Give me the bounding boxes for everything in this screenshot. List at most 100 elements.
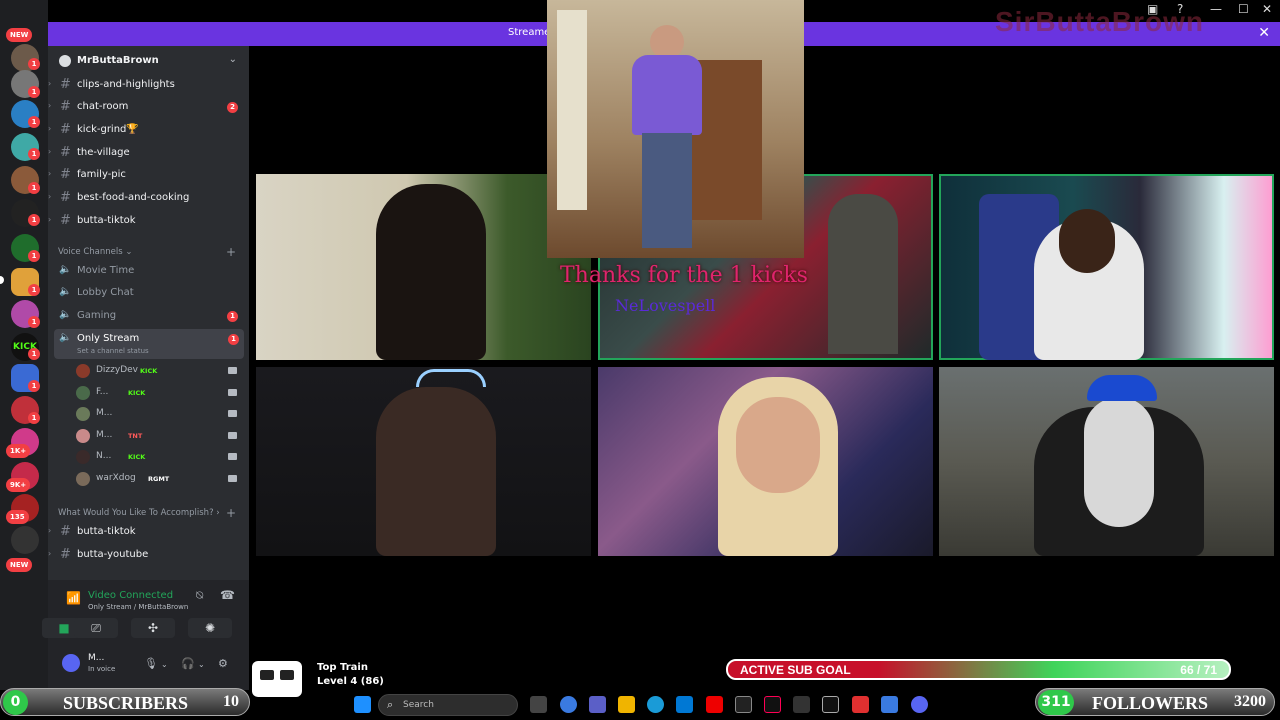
video-tile[interactable] — [256, 367, 591, 556]
microphone-icon[interactable]: 🎙 — [144, 657, 158, 670]
category-header[interactable]: What Would You Like To Accomplish? › + — [58, 506, 248, 520]
voice-status: Video Connected — [88, 590, 174, 601]
participant-beanie — [1087, 375, 1157, 401]
person-shirt — [632, 55, 702, 135]
voice-category-header[interactable]: Voice Channels ⌄ + — [58, 245, 248, 259]
voice-channel[interactable]: 🔈 Movie Time — [48, 261, 249, 281]
signal-icon[interactable]: 📶 — [66, 591, 81, 605]
voice-location[interactable]: Only Stream / MrButtaBrown — [88, 603, 188, 611]
channel-item[interactable]: › # the-village — [48, 143, 249, 163]
noise-suppression-icon[interactable]: ⍉ — [196, 588, 203, 603]
obs-icon[interactable] — [793, 696, 810, 713]
youtube-icon[interactable] — [706, 696, 723, 713]
gear-icon[interactable]: ⚙ — [218, 657, 228, 670]
category-label: What Would You Like To Accomplish? — [58, 508, 214, 518]
add-channel-icon[interactable]: + — [226, 245, 236, 259]
server-badge: 1K+ — [6, 444, 31, 458]
server-badge: 1 — [28, 86, 40, 98]
store-icon[interactable] — [676, 696, 693, 713]
member-tag: KICK — [140, 367, 158, 375]
teams-icon[interactable] — [589, 696, 606, 713]
screen-share-button[interactable]: ⎚ — [74, 618, 118, 638]
discord-icon[interactable] — [911, 696, 928, 713]
channel-item[interactable]: › # chat-room 2 — [48, 97, 249, 117]
start-icon[interactable] — [354, 696, 371, 713]
speaker-icon: 🔈 — [59, 332, 72, 343]
voice-member[interactable]: M... TNT — [76, 427, 246, 445]
minimize-icon[interactable]: — — [1210, 2, 1222, 16]
xbox-icon[interactable] — [735, 696, 752, 713]
voice-channel[interactable]: 🔈 Lobby Chat — [48, 283, 249, 303]
copilot-icon[interactable] — [560, 696, 577, 713]
new-badge: NEW — [6, 28, 33, 42]
taskbar: ⌕ Search — [340, 691, 940, 718]
channel-item[interactable]: › # clips-and-highlights — [48, 75, 249, 95]
activities-button[interactable]: ✣ — [131, 618, 175, 638]
chevron-right-icon: › — [48, 215, 52, 224]
call-of-duty-icon[interactable] — [822, 696, 839, 713]
voice-channel[interactable]: 🔈 Gaming 1 — [48, 306, 249, 326]
edge-icon[interactable] — [647, 696, 664, 713]
screen-share-icon: ⎚ — [91, 621, 101, 635]
activities-icon: ✣ — [147, 621, 159, 635]
file-explorer-icon[interactable] — [618, 696, 635, 713]
server-rail: NEW 1 1 1 1 1 1 1 1 1 KICK 1 1 1 1K+ 9K+… — [0, 0, 48, 690]
task-view-icon[interactable] — [530, 696, 547, 713]
add-channel-icon[interactable]: + — [226, 506, 236, 520]
voice-member[interactable]: F... KICK — [76, 384, 246, 402]
channel-item[interactable]: › # family-pic — [48, 165, 249, 185]
door-frame — [557, 10, 587, 210]
channel-sidebar: MrButtaBrown ⌄ › # clips-and-highlights … — [42, 46, 249, 690]
voice-channel-name: Only Stream — [77, 333, 140, 344]
server-badge: 1 — [28, 148, 40, 160]
followers-bar: 311 FOLLOWERS 3200 — [1035, 688, 1275, 716]
taskbar-search[interactable]: ⌕ Search — [378, 694, 518, 716]
channel-item[interactable]: › # butta-tiktok — [48, 211, 249, 231]
train-icon — [252, 661, 302, 697]
participant-silhouette — [376, 184, 486, 360]
channel-item[interactable]: › # butta-youtube — [48, 545, 249, 565]
chevron-right-icon: › — [48, 147, 52, 156]
selected-indicator — [0, 276, 4, 284]
app-icon[interactable] — [881, 696, 898, 713]
unread-badge: 1 — [227, 311, 238, 322]
window-close-icon[interactable]: ✕ — [1262, 2, 1272, 16]
maximize-icon[interactable]: ☐ — [1238, 2, 1249, 16]
video-tile[interactable] — [939, 367, 1274, 556]
unread-badge: 1 — [228, 334, 239, 345]
channel-item[interactable]: › # butta-tiktok — [48, 522, 249, 542]
chevron-down-icon[interactable]: ⌄ — [161, 660, 168, 669]
voice-member[interactable]: M... — [76, 405, 246, 423]
voice-member[interactable]: N... KICK — [76, 448, 246, 466]
help-icon[interactable]: ? — [1177, 2, 1183, 16]
active-voice-channel[interactable]: 🔈 Only Stream Set a channel status 1 — [54, 329, 244, 359]
screen-icon[interactable]: ▣ — [1147, 2, 1158, 16]
disconnect-icon[interactable]: ☎ — [220, 588, 235, 602]
chevron-right-icon: › — [48, 169, 52, 178]
member-name: warXdog — [96, 473, 136, 483]
channel-status[interactable]: Set a channel status — [77, 347, 149, 355]
video-tile[interactable] — [598, 367, 933, 556]
app-icon[interactable] — [852, 696, 869, 713]
voice-member[interactable]: warXdog RGMT — [76, 470, 246, 488]
avatar[interactable] — [62, 654, 80, 672]
speaker-icon: 🔈 — [59, 309, 72, 320]
video-tile[interactable] — [256, 174, 591, 360]
voice-member[interactable]: DizzyDev KICK — [76, 362, 246, 380]
channel-item[interactable]: › # best-food-and-cooking — [48, 188, 249, 208]
close-icon[interactable]: ✕ — [1258, 25, 1270, 41]
hash-icon: # — [60, 122, 71, 137]
video-tile[interactable] — [939, 174, 1274, 360]
channel-item[interactable]: › # kick-grind🏆 — [48, 120, 249, 140]
headphones-icon[interactable]: 🎧 — [181, 657, 195, 670]
soundboard-button[interactable]: ✺ — [188, 618, 232, 638]
server-header[interactable]: MrButtaBrown ⌄ — [48, 50, 249, 74]
server-badge: 1 — [28, 214, 40, 226]
soundboard-icon: ✺ — [204, 621, 216, 635]
tiktok-icon[interactable] — [764, 696, 781, 713]
chevron-down-icon[interactable]: ⌄ — [229, 54, 237, 65]
server-icon[interactable] — [11, 526, 39, 554]
chevron-down-icon[interactable]: ⌄ — [198, 660, 205, 669]
chevron-right-icon: › — [48, 549, 52, 558]
participant-beard — [1084, 397, 1154, 527]
